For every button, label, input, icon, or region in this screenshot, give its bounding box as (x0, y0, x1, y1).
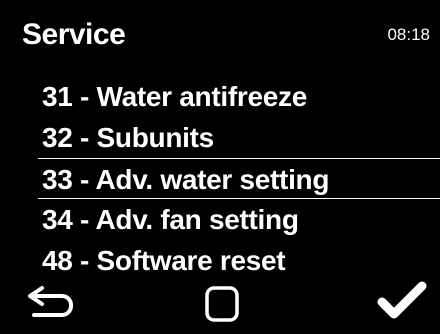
square-icon (205, 286, 239, 322)
back-button[interactable] (22, 280, 78, 326)
menu-item-adv-fan-setting[interactable]: 34 - Adv. fan setting (0, 199, 440, 240)
page-title: Service (22, 18, 126, 51)
service-menu: 31 - Water antifreeze 32 - Subunits 33 -… (0, 76, 440, 281)
confirm-button[interactable] (372, 280, 432, 326)
footer-bar (0, 280, 440, 330)
menu-item-software-reset[interactable]: 48 - Software reset (0, 240, 440, 281)
back-arrow-icon (28, 286, 73, 317)
menu-item-subunits[interactable]: 32 - Subunits (0, 117, 440, 158)
menu-item-adv-water-setting[interactable]: 33 - Adv. water setting (38, 158, 440, 199)
checkmark-icon (377, 281, 427, 319)
menu-item-water-antifreeze[interactable]: 31 - Water antifreeze (0, 76, 440, 117)
clock-time: 08:18 (387, 25, 430, 44)
home-button[interactable] (196, 280, 248, 326)
